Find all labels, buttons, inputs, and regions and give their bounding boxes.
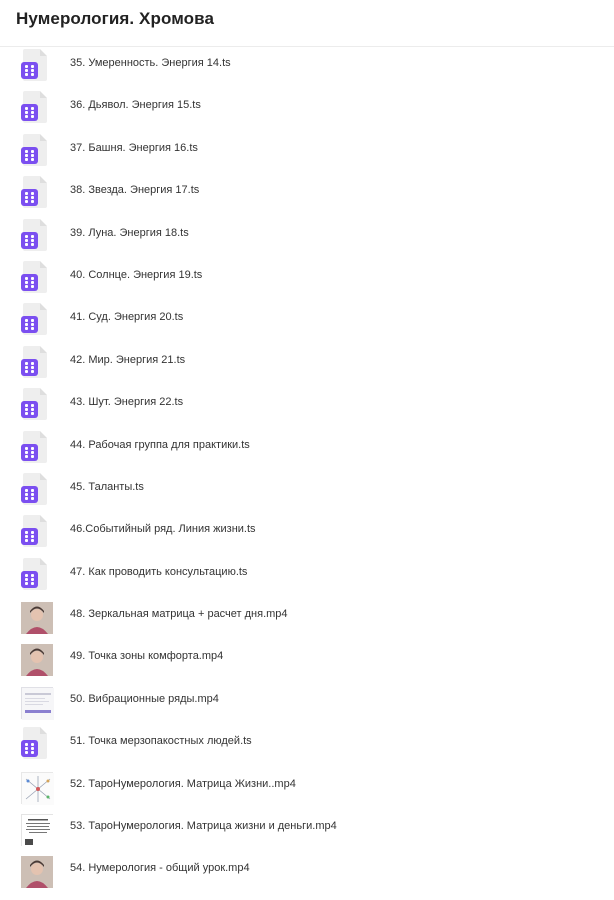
file-row[interactable]: 51. Точка мерзопакостных людей.ts xyxy=(0,721,614,763)
page-header: Нумерология. Хромова xyxy=(0,0,614,47)
video-file-icon xyxy=(21,430,49,465)
video-file-icon xyxy=(21,91,49,125)
file-row[interactable]: 54. Нумерология - общий урок.mp4 xyxy=(0,848,614,890)
file-name[interactable]: 51. Точка мерзопакостных людей.ts xyxy=(70,735,252,747)
file-row[interactable]: 50. Вибрационные ряды.mp4 xyxy=(0,679,614,721)
file-list: 35. Умеренность. Энергия 14.ts 36. Дьявол… xyxy=(0,43,614,891)
file-row[interactable]: 49. Точка зоны комфорта.mp4 xyxy=(0,636,614,678)
file-row[interactable]: 41. Суд. Энергия 20.ts xyxy=(0,297,614,339)
file-name[interactable]: 37. Башня. Энергия 16.ts xyxy=(70,142,198,154)
file-row[interactable]: 36. Дьявол. Энергия 15.ts xyxy=(0,85,614,127)
video-file-icon xyxy=(21,388,49,422)
video-file-icon xyxy=(21,260,49,295)
file-row[interactable]: 35. Умеренность. Энергия 14.ts xyxy=(0,43,614,85)
file-name[interactable]: 48. Зеркальная матрица + расчет дня.mp4 xyxy=(70,608,288,620)
file-name[interactable]: 39. Луна. Энергия 18.ts xyxy=(70,227,189,239)
file-name[interactable]: 45. Таланты.ts xyxy=(70,481,144,493)
video-file-icon xyxy=(21,303,49,337)
video-file-icon xyxy=(21,557,49,592)
video-file-icon xyxy=(21,176,49,210)
file-name[interactable]: 41. Суд. Энергия 20.ts xyxy=(70,311,183,323)
file-row[interactable]: 37. Башня. Энергия 16.ts xyxy=(0,128,614,170)
file-row[interactable]: 42. Мир. Энергия 21.ts xyxy=(0,340,614,382)
video-thumbnail xyxy=(21,644,53,677)
video-file-icon xyxy=(21,515,49,549)
file-name[interactable]: 46.Событийный ряд. Линия жизни.ts xyxy=(70,523,256,535)
file-name[interactable]: 35. Умеренность. Энергия 14.ts xyxy=(70,57,231,69)
video-file-icon xyxy=(21,49,49,83)
video-file-icon xyxy=(21,345,49,380)
file-name[interactable]: 40. Солнце. Энергия 19.ts xyxy=(70,269,202,281)
video-file-icon xyxy=(21,727,49,761)
file-name[interactable]: 49. Точка зоны комфорта.mp4 xyxy=(70,650,223,662)
file-name[interactable]: 47. Как проводить консультацию.ts xyxy=(70,566,247,578)
file-name[interactable]: 54. Нумерология - общий урок.mp4 xyxy=(70,862,250,874)
file-row[interactable]: 45. Таланты.ts xyxy=(0,467,614,509)
video-file-icon xyxy=(21,472,49,507)
file-row[interactable]: 46.Событийный ряд. Линия жизни.ts xyxy=(0,509,614,551)
file-name[interactable]: 38. Звезда. Энергия 17.ts xyxy=(70,184,199,196)
file-name[interactable]: 43. Шут. Энергия 22.ts xyxy=(70,396,183,408)
file-name[interactable]: 42. Мир. Энергия 21.ts xyxy=(70,354,185,366)
file-row[interactable]: 53. ТароНумерология. Матрица жизни и ден… xyxy=(0,806,614,848)
file-row[interactable]: 52. ТароНумерология. Матрица Жизни..mp4 xyxy=(0,764,614,806)
video-thumbnail xyxy=(21,771,54,805)
file-name[interactable]: 44. Рабочая группа для практики.ts xyxy=(70,439,250,451)
file-row[interactable]: 48. Зеркальная матрица + расчет дня.mp4 xyxy=(0,594,614,636)
video-thumbnail xyxy=(21,602,53,635)
file-name[interactable]: 50. Вибрационные ряды.mp4 xyxy=(70,693,219,705)
file-row[interactable]: 47. Как проводить консультацию.ts xyxy=(0,552,614,594)
file-name[interactable]: 36. Дьявол. Энергия 15.ts xyxy=(70,99,201,111)
file-row[interactable]: 38. Звезда. Энергия 17.ts xyxy=(0,170,614,212)
video-file-icon xyxy=(21,218,49,253)
video-thumbnail xyxy=(21,856,53,889)
file-row[interactable]: 43. Шут. Энергия 22.ts xyxy=(0,382,614,424)
file-row[interactable]: 44. Рабочая группа для практики.ts xyxy=(0,425,614,467)
file-row[interactable]: 40. Солнце. Энергия 19.ts xyxy=(0,255,614,297)
video-thumbnail xyxy=(21,814,54,848)
video-file-icon xyxy=(21,133,49,168)
video-thumbnail xyxy=(21,686,54,720)
file-row[interactable]: 39. Луна. Энергия 18.ts xyxy=(0,213,614,255)
file-name[interactable]: 52. ТароНумерология. Матрица Жизни..mp4 xyxy=(70,778,296,790)
file-name[interactable]: 53. ТароНумерология. Матрица жизни и ден… xyxy=(70,820,337,832)
page-title: Нумерология. Хромова xyxy=(16,9,215,28)
